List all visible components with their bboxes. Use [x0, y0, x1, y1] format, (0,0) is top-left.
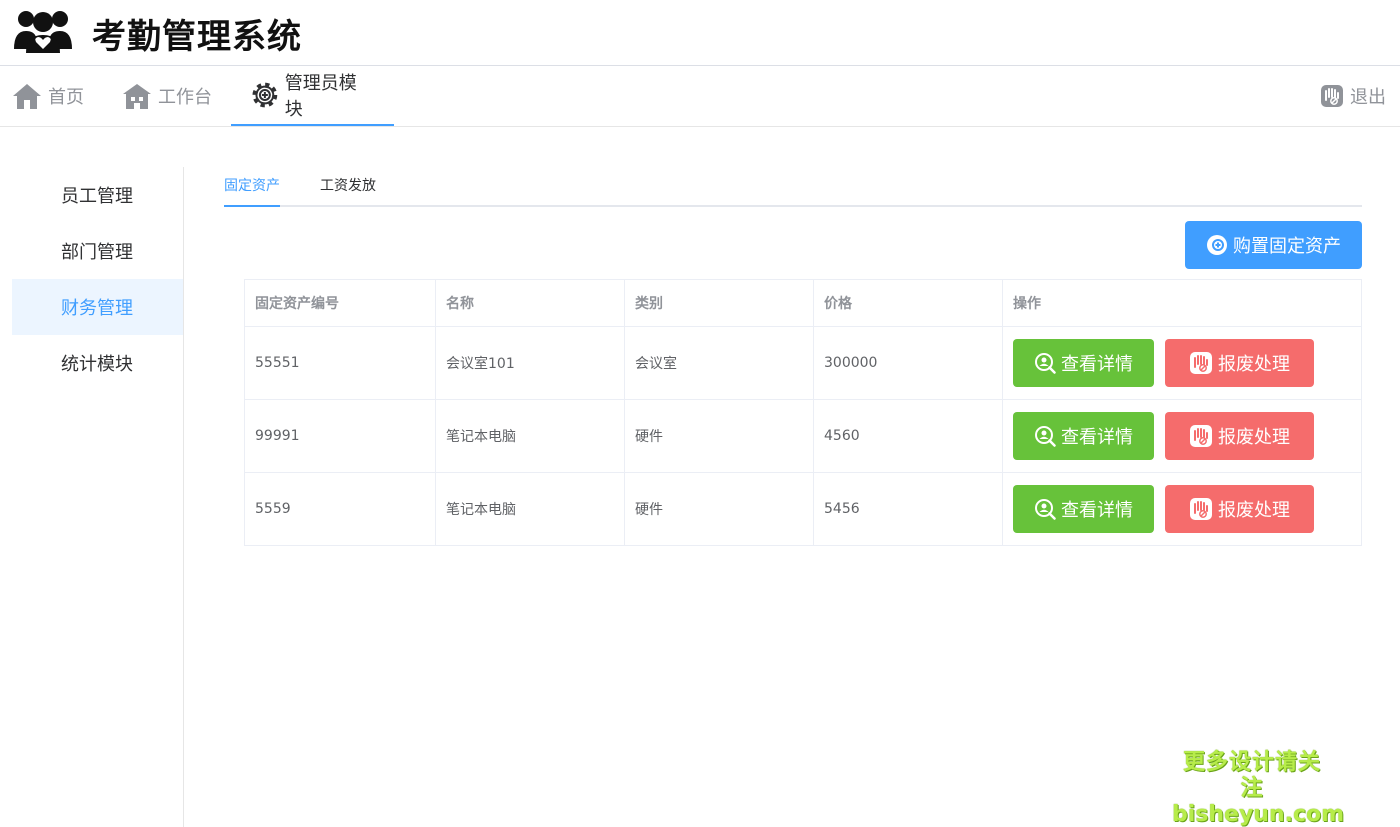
nav-admin-module[interactable]: 管理员模块 [231, 66, 394, 126]
scrap-label: 报废处理 [1218, 427, 1290, 448]
hand-icon [1190, 498, 1212, 520]
watermark: 更多设计请关注 bisheyun.com [1172, 750, 1345, 827]
column-header-category: 类别 [624, 279, 814, 327]
home-icon [13, 84, 41, 109]
people-logo-icon [14, 11, 72, 53]
cell-actions: 查看详情 报废处理 [1002, 472, 1362, 546]
search-user-icon [1035, 426, 1056, 447]
table-row: 55551 会议室101 会议室 300000 查看详情 报废处理 [244, 326, 1362, 400]
plus-circle-icon [1207, 235, 1227, 255]
building-icon [123, 84, 151, 109]
tab-salary[interactable]: 工资发放 [320, 166, 376, 207]
cell-category: 硬件 [624, 399, 814, 473]
view-details-button[interactable]: 查看详情 [1013, 412, 1154, 460]
view-details-label: 查看详情 [1061, 354, 1133, 375]
column-header-id: 固定资产编号 [244, 279, 436, 327]
view-details-button[interactable]: 查看详情 [1013, 485, 1154, 533]
scrap-label: 报废处理 [1218, 354, 1290, 375]
scrap-label: 报废处理 [1218, 500, 1290, 521]
logout-hand-icon [1321, 85, 1343, 107]
fixed-assets-table: 固定资产编号 名称 类别 价格 操作 55551 会议室101 会议室 3000… [244, 279, 1362, 546]
sidebar-item-finance[interactable]: 财务管理 [12, 279, 183, 335]
cell-name: 笔记本电脑 [435, 472, 625, 546]
cell-price: 4560 [813, 399, 1003, 473]
cell-actions: 查看详情 报废处理 [1002, 326, 1362, 400]
cell-id: 5559 [244, 472, 436, 546]
table-header-row: 固定资产编号 名称 类别 价格 操作 [244, 279, 1362, 327]
view-details-button[interactable]: 查看详情 [1013, 339, 1154, 387]
sidebar: 员工管理 部门管理 财务管理 统计模块 [12, 167, 184, 827]
column-header-actions: 操作 [1002, 279, 1362, 327]
column-header-name: 名称 [435, 279, 625, 327]
tabs: 固定资产 工资发放 [224, 166, 1362, 207]
buy-fixed-asset-button[interactable]: 购置固定资产 [1185, 221, 1362, 269]
watermark-line1: 更多设计请关注 [1182, 750, 1321, 801]
search-user-icon [1035, 353, 1056, 374]
cell-category: 硬件 [624, 472, 814, 546]
cell-name: 笔记本电脑 [435, 399, 625, 473]
scrap-button[interactable]: 报废处理 [1165, 412, 1314, 460]
app-title: 考勤管理系统 [92, 17, 302, 57]
nav-home[interactable]: 首页 [12, 66, 84, 126]
cell-actions: 查看详情 报废处理 [1002, 399, 1362, 473]
logout-button[interactable]: 退出 [1320, 66, 1386, 126]
nav-workbench-label: 工作台 [158, 87, 212, 108]
tab-fixed-assets[interactable]: 固定资产 [224, 166, 280, 207]
buy-button-label: 购置固定资产 [1233, 236, 1341, 257]
logout-label: 退出 [1350, 87, 1386, 108]
sidebar-item-statistics[interactable]: 统计模块 [12, 335, 183, 391]
column-header-price: 价格 [813, 279, 1003, 327]
nav-home-label: 首页 [48, 87, 84, 108]
search-user-icon [1035, 499, 1056, 520]
cell-price: 5456 [813, 472, 1003, 546]
gear-icon [252, 82, 278, 108]
cell-category: 会议室 [624, 326, 814, 400]
nav-admin-label: 管理员模块 [284, 73, 357, 120]
table-row: 99991 笔记本电脑 硬件 4560 查看详情 报废处理 [244, 399, 1362, 473]
view-details-label: 查看详情 [1061, 500, 1133, 521]
top-nav: 首页 工作台 管理员模块 退出 [0, 66, 1400, 127]
cell-id: 55551 [244, 326, 436, 400]
nav-workbench[interactable]: 工作台 [122, 66, 212, 126]
hand-icon [1190, 352, 1212, 374]
header: 考勤管理系统 [0, 0, 1400, 66]
cell-name: 会议室101 [435, 326, 625, 400]
view-details-label: 查看详情 [1061, 427, 1133, 448]
watermark-line2: bisheyun.com [1172, 802, 1345, 827]
cell-price: 300000 [813, 326, 1003, 400]
hand-icon [1190, 425, 1212, 447]
scrap-button[interactable]: 报废处理 [1165, 485, 1314, 533]
sidebar-item-department[interactable]: 部门管理 [12, 223, 183, 279]
sidebar-item-employee[interactable]: 员工管理 [12, 167, 183, 223]
scrap-button[interactable]: 报废处理 [1165, 339, 1314, 387]
table-row: 5559 笔记本电脑 硬件 5456 查看详情 报废处理 [244, 472, 1362, 546]
cell-id: 99991 [244, 399, 436, 473]
